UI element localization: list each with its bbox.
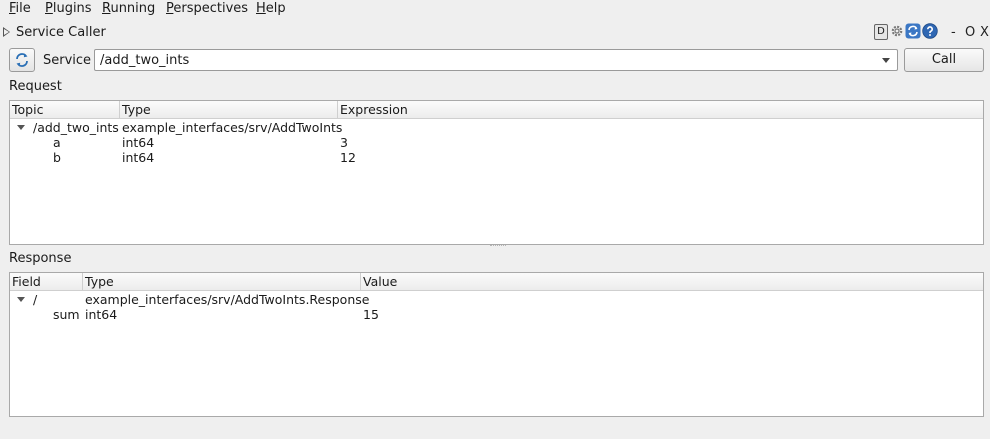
help-icon[interactable] <box>922 23 938 39</box>
menu-plugins[interactable]: Plugins <box>45 1 92 16</box>
menu-running[interactable]: Running <box>102 1 155 16</box>
column-header-expression[interactable]: Expression <box>338 101 983 118</box>
menu-help[interactable]: Help <box>256 1 286 16</box>
chevron-down-icon[interactable] <box>882 58 890 63</box>
expand-arrow-icon[interactable] <box>17 125 25 130</box>
plugin-title-bar: Service Caller <box>0 22 990 42</box>
close-button[interactable]: X <box>980 25 989 40</box>
gear-icon[interactable] <box>890 24 904 38</box>
request-tree-header: Topic Type Expression <box>10 101 983 119</box>
minimize-button[interactable]: - <box>951 25 956 40</box>
row-field: sum <box>53 307 80 322</box>
row-topic: b <box>53 150 61 165</box>
column-header-topic[interactable]: Topic <box>10 101 120 118</box>
row-type: int64 <box>122 135 155 150</box>
row-value: 15 <box>363 307 379 322</box>
float-button[interactable]: O <box>965 25 975 40</box>
row-topic: /add_two_ints <box>33 120 119 135</box>
reload-icon[interactable] <box>905 23 921 39</box>
response-tree-header: Field Type Value <box>10 273 983 291</box>
row-expression[interactable]: 12 <box>340 150 356 165</box>
call-button[interactable]: Call <box>904 48 984 72</box>
plugin-title: Service Caller <box>16 25 106 40</box>
service-select-value: /add_two_ints <box>100 53 190 68</box>
service-select[interactable]: /add_two_ints <box>94 49 898 71</box>
column-header-value[interactable]: Value <box>361 273 983 290</box>
row-expression[interactable]: 3 <box>340 135 348 150</box>
d-button[interactable]: D <box>874 24 888 40</box>
response-tree[interactable]: Field Type Value / example_interfaces/sr… <box>9 272 984 417</box>
menu-perspectives[interactable]: Perspectives <box>166 1 248 16</box>
refresh-icon <box>16 53 28 67</box>
row-field: / <box>33 292 38 307</box>
menu-file[interactable]: File <box>9 1 31 16</box>
column-header-type[interactable]: Type <box>83 273 361 290</box>
collapse-triangle-icon[interactable] <box>3 27 10 37</box>
column-header-field[interactable]: Field <box>10 273 83 290</box>
expand-arrow-icon[interactable] <box>17 297 25 302</box>
column-header-type[interactable]: Type <box>120 101 338 118</box>
row-type: int64 <box>122 150 155 165</box>
refresh-services-button[interactable] <box>9 48 35 72</box>
response-label: Response <box>9 251 72 266</box>
menu-bar: File Plugins Running Perspectives Help <box>0 0 990 18</box>
request-tree[interactable]: Topic Type Expression /add_two_ints exam… <box>9 100 984 245</box>
row-type: example_interfaces/srv/AddTwoInts.Respon… <box>85 292 370 307</box>
request-label: Request <box>9 79 62 94</box>
row-type: example_interfaces/srv/AddTwoInts <box>122 120 343 135</box>
splitter-handle[interactable] <box>490 245 506 248</box>
service-label: Service <box>43 53 92 68</box>
row-type: int64 <box>85 307 118 322</box>
row-topic: a <box>53 135 61 150</box>
